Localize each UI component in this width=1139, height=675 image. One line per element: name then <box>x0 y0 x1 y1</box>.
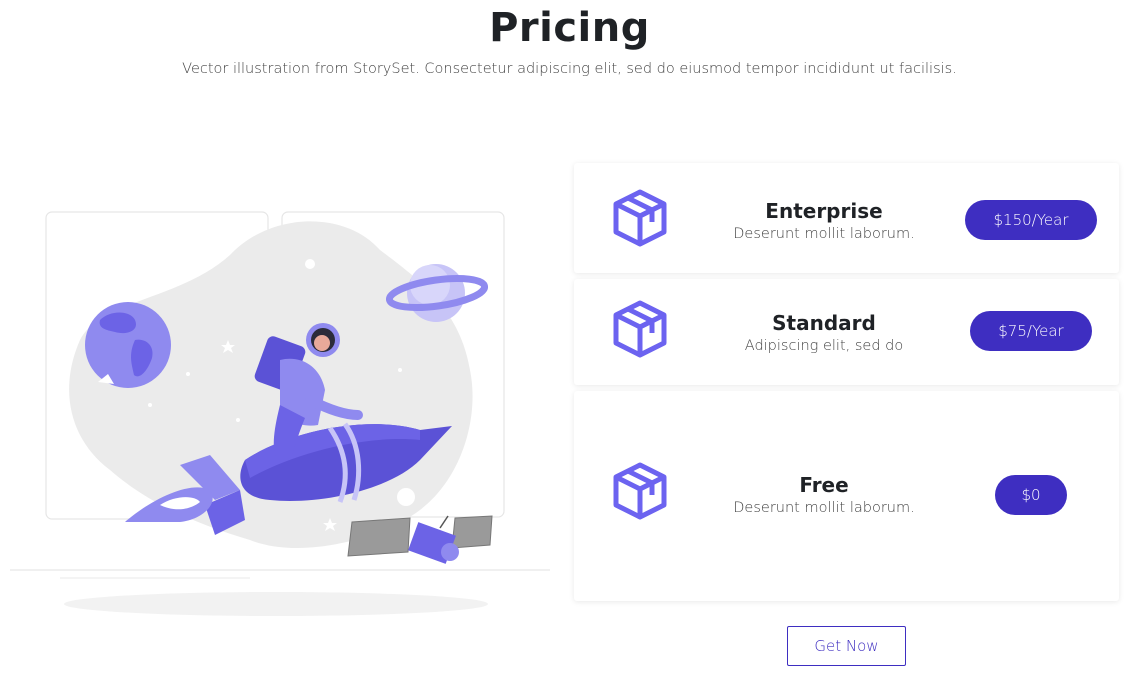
price-button[interactable]: $150/Year <box>965 200 1097 240</box>
plan-description: Deserunt mollit laborum. <box>733 226 915 242</box>
box-icon <box>613 300 667 358</box>
astronaut-rocket-illustration <box>0 160 560 630</box>
plan-info: Standard Adipiscing elit, sed do <box>724 311 924 354</box>
plan-card-enterprise: Enterprise Deserunt mollit laborum. $150… <box>574 163 1119 273</box>
box-icon <box>613 462 667 520</box>
get-now-button[interactable]: Get Now <box>787 626 906 666</box>
plan-name: Standard <box>772 311 876 335</box>
plan-name: Free <box>799 473 849 497</box>
plan-info: Free Deserunt mollit laborum. <box>724 473 924 516</box>
page-title: Pricing <box>489 5 650 51</box>
page-subtitle: Vector illustration from StorySet. Conse… <box>182 61 957 77</box>
plan-info: Enterprise Deserunt mollit laborum. <box>724 199 924 242</box>
plan-name: Enterprise <box>765 199 883 223</box>
plan-card-free: Free Deserunt mollit laborum. $0 <box>574 391 1119 601</box>
price-button[interactable]: $0 <box>995 475 1067 515</box>
plan-description: Adipiscing elit, sed do <box>744 338 904 354</box>
box-icon <box>613 189 667 247</box>
price-button[interactable]: $75/Year <box>970 311 1092 351</box>
plan-card-standard: Standard Adipiscing elit, sed do $75/Yea… <box>574 279 1119 385</box>
pricing-header: Pricing Vector illustration from StorySe… <box>0 0 1139 77</box>
plan-description: Deserunt mollit laborum. <box>733 500 915 516</box>
pricing-cards: Enterprise Deserunt mollit laborum. $150… <box>574 163 1119 607</box>
